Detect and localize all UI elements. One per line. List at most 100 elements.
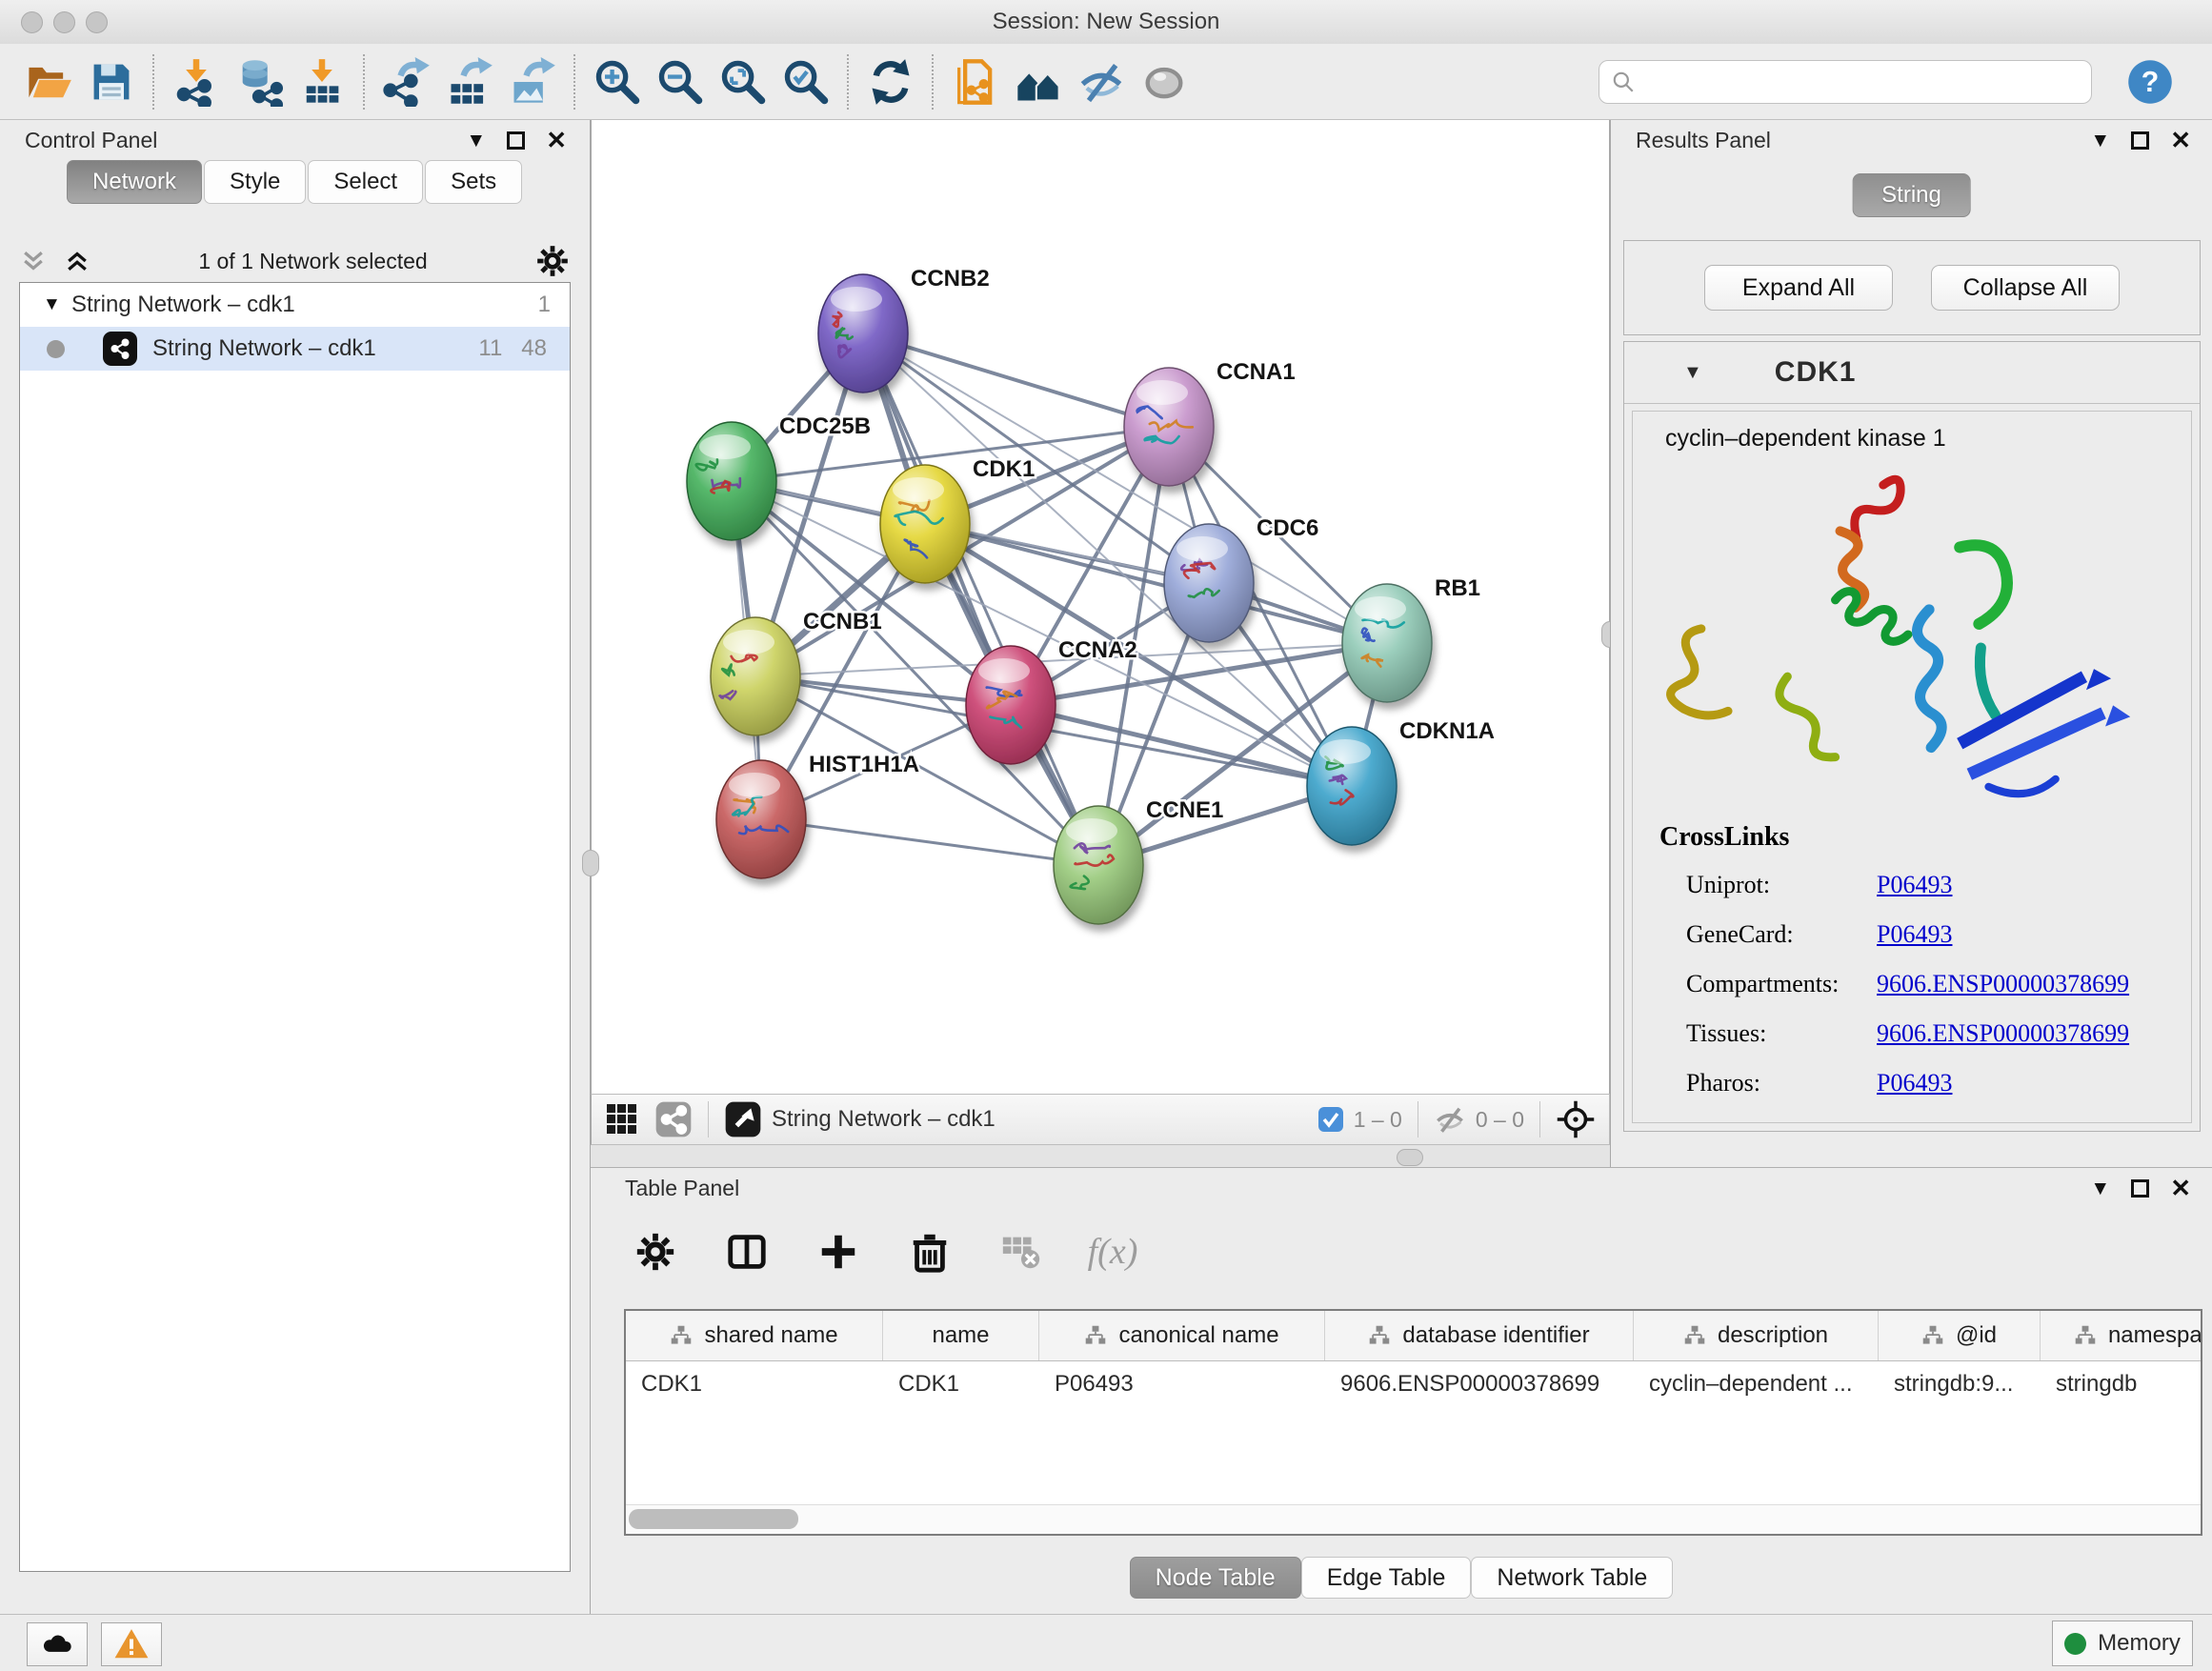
tab-edge-table[interactable]: Edge Table xyxy=(1301,1557,1472,1599)
memory-button[interactable]: Memory xyxy=(2052,1621,2193,1666)
collapse-all-button[interactable]: Collapse All xyxy=(1931,265,2120,311)
string-view-icon[interactable] xyxy=(654,1100,693,1138)
gear-icon xyxy=(633,1230,677,1274)
tab-string[interactable]: String xyxy=(1852,173,1971,217)
import-network-file-button[interactable] xyxy=(165,51,228,112)
column-header-description[interactable]: description xyxy=(1634,1311,1879,1360)
help-icon: ? xyxy=(2125,57,2175,107)
tab-network-table[interactable]: Network Table xyxy=(1471,1557,1673,1599)
network-node-CCNE1[interactable]: CCNE1 xyxy=(1054,797,1223,924)
birds-eye-view-icon[interactable] xyxy=(724,1100,762,1138)
cloud-status-button[interactable] xyxy=(27,1622,88,1666)
left-splitter-handle[interactable] xyxy=(582,850,599,876)
collapse-panel-icon[interactable]: ▼ xyxy=(466,131,486,151)
selected-checkbox-icon[interactable] xyxy=(1317,1106,1344,1133)
export-network-button[interactable] xyxy=(375,51,438,112)
network-row-selected[interactable]: String Network – cdk1 11 48 xyxy=(20,327,570,371)
network-edge-CCNE1-CCNB2[interactable] xyxy=(863,333,1098,865)
compartments-link[interactable]: 9606.ENSP00000378699 xyxy=(1877,970,2129,998)
network-node-HIST1H1A[interactable]: HIST1H1A xyxy=(716,752,919,878)
import-table-button[interactable] xyxy=(291,51,353,112)
hide-selected-button[interactable] xyxy=(1070,51,1133,112)
zoom-fit-button[interactable] xyxy=(712,51,774,112)
pharos-link[interactable]: P06493 xyxy=(1877,1069,1952,1097)
close-panel-icon[interactable]: ✕ xyxy=(2170,128,2191,152)
network-graph[interactable]: CCNB2CCNA1CDC25BCDK1CDC6RB1CCNB1CCNA2CDK… xyxy=(592,120,1609,1092)
results-controls-box: Expand All Collapse All xyxy=(1623,240,2201,335)
collapse-panel-icon[interactable]: ▼ xyxy=(2090,1178,2110,1198)
columns-icon xyxy=(725,1230,769,1274)
fit-crosshair-icon[interactable] xyxy=(1556,1099,1596,1139)
tree-expander-icon[interactable]: ▼ xyxy=(43,294,71,315)
network-edge-CCNE1-HIST1H1A[interactable] xyxy=(761,819,1098,865)
network-node-CDKN1A[interactable]: CDKN1A xyxy=(1307,718,1495,845)
zoom-out-button[interactable] xyxy=(649,51,712,112)
scrollbar-thumb[interactable] xyxy=(629,1509,798,1529)
hidden-eye-slash-icon[interactable] xyxy=(1434,1103,1466,1136)
column-header-name[interactable]: name xyxy=(883,1311,1039,1360)
node-label-CCNA2: CCNA2 xyxy=(1058,637,1137,663)
network-edge-CCNA2-CDKN1A[interactable] xyxy=(1011,705,1352,786)
network-edge-CDK1-RB1[interactable] xyxy=(925,524,1387,643)
column-type-icon xyxy=(2074,1324,2097,1347)
gene-expander-icon[interactable]: ▼ xyxy=(1683,362,1702,384)
close-panel-icon[interactable]: ✕ xyxy=(546,128,567,152)
collapse-all-networks-icon[interactable] xyxy=(19,247,48,275)
zoom-in-button[interactable] xyxy=(586,51,649,112)
column-header-namespace[interactable]: namespace xyxy=(2041,1311,2202,1360)
network-node-CCNB2[interactable]: CCNB2 xyxy=(818,266,990,393)
open-session-button[interactable] xyxy=(17,51,80,112)
column-header-database-identifier[interactable]: database identifier xyxy=(1325,1311,1634,1360)
table-options-button[interactable] xyxy=(629,1223,682,1280)
horizontal-scrollbar[interactable] xyxy=(626,1504,2201,1534)
close-panel-icon[interactable]: ✕ xyxy=(2170,1176,2191,1200)
genecard-link[interactable]: P06493 xyxy=(1877,920,1952,949)
tab-sets[interactable]: Sets xyxy=(425,160,522,204)
zoom-selected-button[interactable] xyxy=(774,51,837,112)
trash-icon xyxy=(908,1230,952,1274)
delete-column-button[interactable] xyxy=(903,1223,956,1280)
expand-all-networks-icon[interactable] xyxy=(63,247,91,275)
tab-node-table[interactable]: Node Table xyxy=(1130,1557,1301,1599)
table-row[interactable]: CDK1 CDK1 P06493 9606.ENSP00000378699 cy… xyxy=(626,1361,2201,1407)
tissues-link[interactable]: 9606.ENSP00000378699 xyxy=(1877,1019,2129,1048)
uniprot-link[interactable]: P06493 xyxy=(1877,871,1952,899)
float-panel-icon[interactable] xyxy=(507,131,525,150)
network-options-gear-icon[interactable] xyxy=(534,243,571,279)
column-header-shared-name[interactable]: shared name xyxy=(626,1311,883,1360)
show-columns-button[interactable] xyxy=(720,1223,774,1280)
show-all-button[interactable] xyxy=(1133,51,1196,112)
create-column-button[interactable] xyxy=(812,1223,865,1280)
grid-view-icon[interactable] xyxy=(605,1102,639,1137)
help-button[interactable]: ? xyxy=(2119,51,2182,112)
home-species-button[interactable] xyxy=(1007,51,1070,112)
float-panel-icon[interactable] xyxy=(2131,131,2149,150)
refresh-button[interactable] xyxy=(859,51,922,112)
warnings-button[interactable] xyxy=(101,1622,162,1666)
export-table-button[interactable] xyxy=(438,51,501,112)
search-input[interactable] xyxy=(1636,69,2080,95)
network-edge-CCNB2-CCNA1[interactable] xyxy=(863,333,1169,427)
column-header-canonical-name[interactable]: canonical name xyxy=(1039,1311,1325,1360)
network-node-CDC6[interactable]: CDC6 xyxy=(1164,515,1318,642)
network-canvas[interactable]: CCNB2CCNA1CDC25BCDK1CDC6RB1CCNB1CCNA2CDK… xyxy=(591,120,1610,1094)
save-session-button[interactable] xyxy=(80,51,143,112)
string-import-button[interactable] xyxy=(944,51,1007,112)
node-gloss-highlight xyxy=(1319,739,1371,764)
network-node-CCNA2[interactable]: CCNA2 xyxy=(966,637,1137,764)
column-header-id[interactable]: @id xyxy=(1879,1311,2041,1360)
network-node-RB1[interactable]: RB1 xyxy=(1342,575,1480,702)
tab-style[interactable]: Style xyxy=(204,160,306,204)
fx-icon: f(x) xyxy=(1088,1231,1138,1273)
tab-select[interactable]: Select xyxy=(308,160,423,204)
expand-all-button[interactable]: Expand All xyxy=(1704,265,1893,311)
collapse-panel-icon[interactable]: ▼ xyxy=(2090,131,2110,151)
network-node-CCNB1[interactable]: CCNB1 xyxy=(711,609,882,735)
float-panel-icon[interactable] xyxy=(2131,1179,2149,1198)
network-collection-row[interactable]: ▼ String Network – cdk1 1 xyxy=(20,283,570,327)
import-network-database-button[interactable] xyxy=(228,51,291,112)
export-image-button[interactable] xyxy=(501,51,564,112)
tab-network[interactable]: Network xyxy=(67,160,202,204)
horizontal-splitter-handle[interactable] xyxy=(1397,1149,1423,1166)
column-type-icon xyxy=(1084,1324,1107,1347)
